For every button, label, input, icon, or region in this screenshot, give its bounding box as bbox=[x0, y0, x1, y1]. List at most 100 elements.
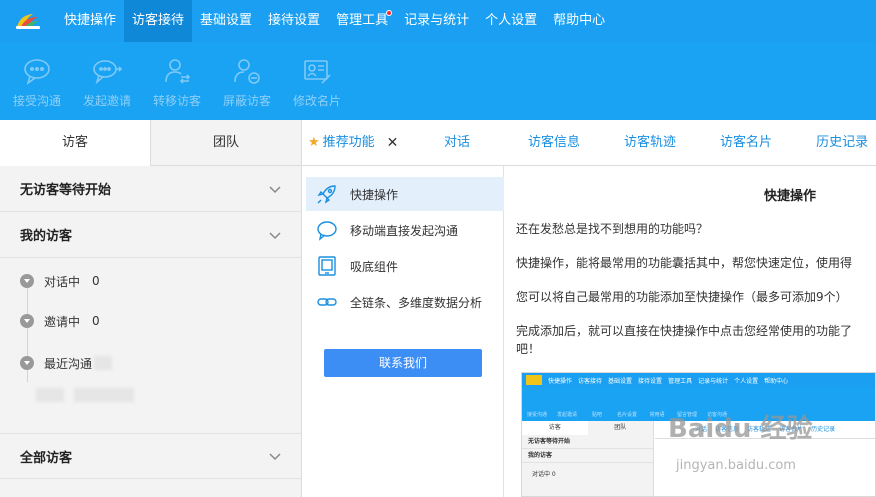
user-transfer-icon bbox=[165, 59, 191, 84]
nav-help-center[interactable]: 帮助中心 bbox=[545, 0, 613, 42]
transfer-visitor-label: 转移访客 bbox=[152, 94, 201, 108]
chevron-down-icon bbox=[269, 185, 281, 193]
link-icon bbox=[317, 298, 337, 306]
nav-basic-settings[interactable]: 基础设置 bbox=[192, 0, 260, 42]
transfer-visitor-button[interactable]: 转移访客 bbox=[142, 42, 212, 120]
tab-team[interactable]: 团队 bbox=[150, 120, 301, 166]
tab-history[interactable]: 历史记录 bbox=[816, 120, 868, 166]
close-icon[interactable]: ✕ bbox=[387, 120, 399, 166]
accept-chat-label: 接受沟通 bbox=[12, 94, 61, 108]
visitor-tree: 对话中 0 邀请中 0 最近沟通 bbox=[0, 258, 301, 434]
edit-card-button[interactable]: 修改名片 bbox=[282, 42, 352, 120]
tree-item-label: 邀请中 bbox=[44, 314, 81, 329]
tree-item-count: 0 bbox=[92, 314, 100, 328]
mini-nav-item: 基础设置 bbox=[608, 377, 633, 385]
tab-chat[interactable]: 对话 bbox=[444, 120, 470, 166]
section-waiting-label: 无访客等待开始 bbox=[20, 183, 112, 198]
mini-tabs: 访客 团队 bbox=[522, 421, 653, 435]
tree-item-label: 最近沟通 bbox=[44, 356, 93, 371]
rocket-icon bbox=[317, 185, 336, 204]
mini-tool-label: 名片设置 bbox=[616, 412, 637, 418]
section-all-visitors[interactable]: 全部访客 bbox=[0, 433, 301, 479]
nav-management-tools-label: 管理工具 bbox=[336, 13, 389, 28]
card-edit-icon bbox=[304, 60, 331, 84]
menu-item-mobile-chat[interactable]: 移动端直接发起沟通 bbox=[306, 213, 504, 247]
watermark-url: jingyan.baidu.com bbox=[676, 458, 796, 473]
tab-recommended-label: 推荐功能 bbox=[322, 135, 375, 150]
mini-tool-label: 贴吧 bbox=[591, 412, 602, 418]
section-my-visitors-label: 我的访客 bbox=[20, 229, 73, 244]
mini-nav-item: 快捷操作 bbox=[548, 377, 573, 385]
content-paragraph: 吧！ bbox=[516, 342, 541, 356]
mini-nav-item: 接待设置 bbox=[638, 377, 663, 385]
redacted-visitor-row bbox=[0, 388, 301, 405]
redacted-text bbox=[36, 388, 64, 402]
tree-item-label: 对话中 bbox=[44, 274, 81, 289]
chat-bubble-icon bbox=[317, 221, 337, 241]
app-logo-icon bbox=[526, 375, 542, 385]
visitor-sidebar: 访客 团队 无访客等待开始 我的访客 对话中 0 邀请中 0 最近沟通 全部访客 bbox=[0, 120, 302, 497]
accept-chat-button[interactable]: 接受沟通 bbox=[2, 42, 72, 120]
mini-tab: 团队 bbox=[614, 424, 627, 431]
mini-nav-item: 个人设置 bbox=[734, 377, 759, 385]
nav-quick-actions[interactable]: 快捷操作 bbox=[56, 0, 124, 42]
content-paragraph: 还在发愁总是找不到想用的功能吗？ bbox=[516, 222, 709, 236]
menu-item-data-analysis[interactable]: 全链条、多维度数据分析 bbox=[306, 285, 504, 319]
contact-us-button[interactable]: 联系我们 bbox=[324, 349, 482, 377]
content-title: 快捷操作 bbox=[764, 189, 817, 204]
section-waiting[interactable]: 无访客等待开始 bbox=[0, 166, 301, 212]
tree-item-recent[interactable]: 最近沟通 bbox=[0, 342, 301, 384]
mini-nav: 快捷操作 访客接待 基础设置 接待设置 管理工具 记录与统计 个人设置 帮助中心 bbox=[522, 373, 875, 387]
mini-sidebar: 访客 团队 无访客等待开始 我的访客 对话中 0 bbox=[522, 421, 654, 496]
collapse-toggle-icon[interactable] bbox=[20, 356, 34, 370]
tab-recommended[interactable]: ★ 推荐功能 ✕ bbox=[302, 120, 410, 166]
section-all-visitors-label: 全部访客 bbox=[20, 450, 73, 466]
collapse-toggle-icon[interactable] bbox=[20, 314, 34, 328]
tab-visitor-info[interactable]: 访客信息 bbox=[528, 120, 580, 166]
content-paragraph: 快捷操作，能将最常用的功能囊括其中，帮您快速定位，使用得 bbox=[516, 256, 853, 270]
content-paragraph: 完成添加后，就可以直接在快捷操作中点击您经常使用的功能了 bbox=[516, 324, 853, 338]
menu-item-bottom-widget[interactable]: 吸底组件 bbox=[306, 249, 504, 283]
menu-item-quick-actions[interactable]: 快捷操作 bbox=[306, 177, 504, 211]
mini-tool-label: 发起邀请 bbox=[556, 412, 577, 418]
notification-dot bbox=[386, 10, 393, 16]
menu-item-label: 移动端直接发起沟通 bbox=[350, 223, 459, 238]
chat-bubble-icon bbox=[24, 59, 50, 85]
send-invite-button[interactable]: 发起邀请 bbox=[72, 42, 142, 120]
mini-section: 我的访客 bbox=[522, 449, 653, 463]
tree-item-in-chat[interactable]: 对话中 0 bbox=[0, 258, 301, 300]
feature-menu: 快捷操作 移动端直接发起沟通 吸底组件 全链条、多维度数据分析 联系我们 bbox=[302, 166, 504, 497]
tree-item-inviting[interactable]: 邀请中 0 bbox=[0, 300, 301, 342]
tablet-icon bbox=[318, 256, 336, 276]
mini-tab: 访客 bbox=[522, 421, 588, 435]
chat-send-icon bbox=[93, 60, 122, 85]
block-visitor-button[interactable]: 屏蔽访客 bbox=[212, 42, 282, 120]
user-block-icon bbox=[234, 59, 260, 84]
star-icon: ★ bbox=[308, 135, 320, 150]
chevron-down-icon bbox=[269, 231, 281, 239]
nav-personal-settings[interactable]: 个人设置 bbox=[477, 0, 545, 42]
menu-item-label: 全链条、多维度数据分析 bbox=[350, 295, 483, 310]
block-visitor-label: 屏蔽访客 bbox=[222, 94, 271, 108]
top-navigation: 快捷操作 访客接待 基础设置 接待设置 管理工具 记录与统计 个人设置 帮助中心 bbox=[0, 0, 876, 42]
send-invite-label: 发起邀请 bbox=[82, 94, 131, 108]
tab-visitor-trail[interactable]: 访客轨迹 bbox=[624, 120, 676, 166]
nav-management-tools[interactable]: 管理工具 bbox=[328, 0, 396, 42]
mini-tree-item: 对话中 0 bbox=[532, 471, 556, 478]
nav-visitor-reception[interactable]: 访客接待 bbox=[124, 0, 193, 42]
mini-section: 无访客等待开始 bbox=[522, 435, 653, 449]
content-tabs: ★ 推荐功能 ✕ 对话 访客信息 访客轨迹 访客名片 历史记录 bbox=[302, 120, 876, 166]
collapse-toggle-icon[interactable] bbox=[20, 274, 34, 288]
mini-nav-item: 记录与统计 bbox=[698, 377, 729, 385]
tab-visitor-card[interactable]: 访客名片 bbox=[720, 120, 772, 166]
mini-nav-item: 管理工具 bbox=[668, 377, 693, 385]
tab-visitors[interactable]: 访客 bbox=[0, 120, 150, 166]
sidebar-tabs: 访客 团队 bbox=[0, 120, 301, 166]
watermark: Baidu 经验 bbox=[668, 414, 813, 444]
section-my-visitors[interactable]: 我的访客 bbox=[0, 212, 301, 258]
feature-content: 快捷操作 还在发愁总是找不到想用的功能吗？ 快捷操作，能将最常用的功能囊括其中，… bbox=[504, 166, 876, 497]
app-logo-icon[interactable] bbox=[0, 0, 56, 42]
nav-records-stats[interactable]: 记录与统计 bbox=[396, 0, 477, 42]
nav-reception-settings[interactable]: 接待设置 bbox=[260, 0, 328, 42]
redacted-text bbox=[73, 388, 134, 402]
